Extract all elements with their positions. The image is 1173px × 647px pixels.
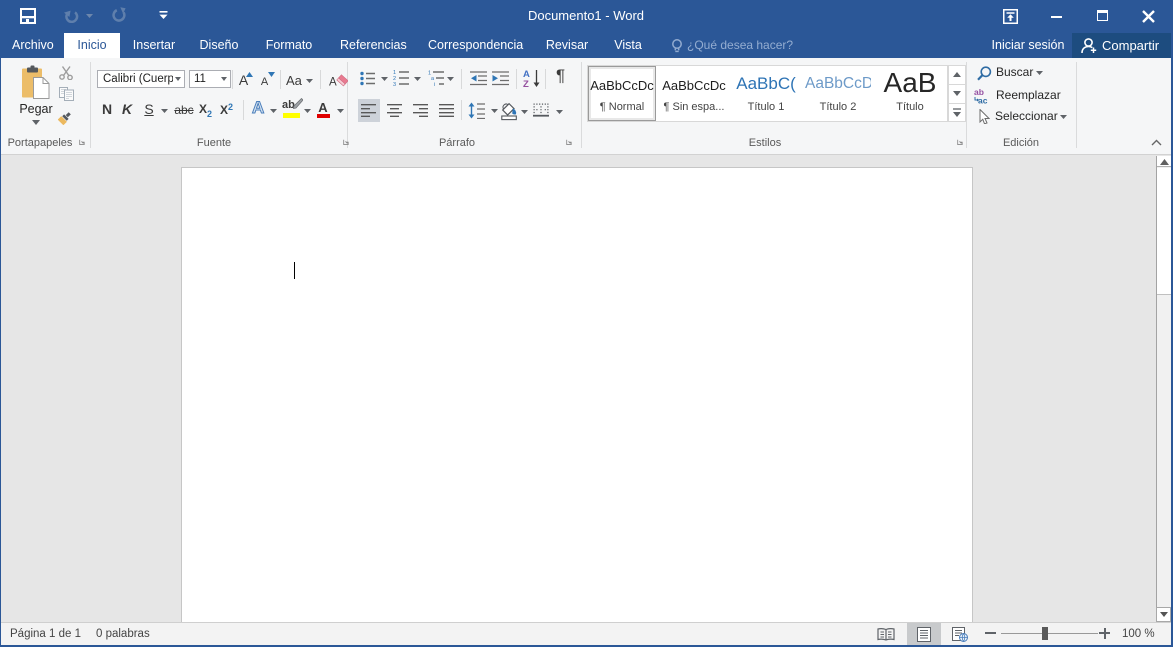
svg-text:ac: ac xyxy=(978,96,988,105)
svg-text:i: i xyxy=(434,82,435,86)
svg-text:Z: Z xyxy=(523,79,529,88)
svg-text:3: 3 xyxy=(393,82,396,86)
svg-text:A: A xyxy=(329,77,337,89)
